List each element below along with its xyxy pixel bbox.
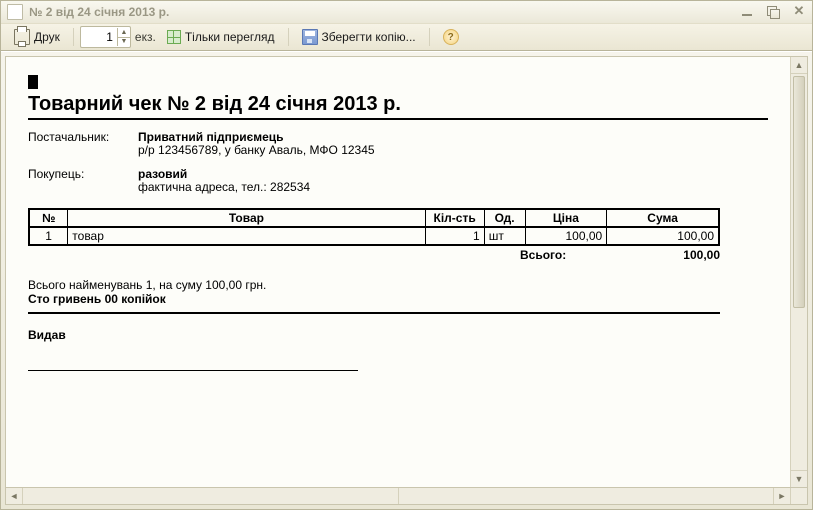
title-rule xyxy=(28,118,768,120)
floppy-icon xyxy=(302,29,318,45)
printer-icon xyxy=(14,29,30,45)
scroll-corner xyxy=(790,488,807,504)
signature-line xyxy=(28,370,358,371)
toolbar-separator xyxy=(288,28,289,46)
vscroll-track[interactable] xyxy=(791,74,807,470)
totals: Всього: 100,00 xyxy=(28,248,720,262)
restore-button[interactable] xyxy=(764,4,782,20)
save-copy-button[interactable]: Зберегти копію... xyxy=(295,26,423,48)
copies-unit-label: екз. xyxy=(135,30,156,44)
scroll-right-icon[interactable]: ► xyxy=(773,488,790,504)
help-button[interactable] xyxy=(436,26,466,48)
summary-line: Всього найменувань 1, на суму 100,00 грн… xyxy=(28,278,768,292)
toolbar: Друк ▲ ▼ екз. Тільки перегляд Зберегти к… xyxy=(1,24,812,51)
copies-input[interactable] xyxy=(81,28,117,46)
scroll-up-icon[interactable]: ▲ xyxy=(791,57,807,74)
toolbar-separator xyxy=(429,28,430,46)
scroll-down-icon[interactable]: ▼ xyxy=(791,470,807,487)
vertical-scrollbar[interactable]: ▲ ▼ xyxy=(790,57,807,487)
col-unit: Од. xyxy=(484,209,525,227)
buyer-details: фактична адреса, тел.: 282534 xyxy=(138,180,768,194)
text-caret xyxy=(28,75,38,89)
supplier-label: Постачальник: xyxy=(28,130,138,157)
summary-rule xyxy=(28,312,720,314)
print-label: Друк xyxy=(34,30,60,44)
document-viewport: Товарний чек № 2 від 24 січня 2013 р. По… xyxy=(5,56,808,488)
window-controls: ✕ xyxy=(738,4,808,20)
total-value: 100,00 xyxy=(610,248,720,262)
preview-only-label: Тільки перегляд xyxy=(185,30,275,44)
hscroll-track[interactable] xyxy=(23,488,773,504)
supplier-name: Приватний підприємець xyxy=(138,130,768,144)
cell-n: 1 xyxy=(29,227,68,245)
document-paper: Товарний чек № 2 від 24 січня 2013 р. По… xyxy=(6,57,790,389)
cell-price: 100,00 xyxy=(525,227,607,245)
print-button[interactable]: Друк xyxy=(7,26,67,48)
scroll-left-icon[interactable]: ◄ xyxy=(6,488,23,504)
toolbar-separator xyxy=(73,28,74,46)
supplier-field: Постачальник: Приватний підприємець р/р … xyxy=(28,130,768,157)
close-button[interactable]: ✕ xyxy=(790,4,808,20)
work-area: Товарний чек № 2 від 24 січня 2013 р. По… xyxy=(1,51,812,509)
document-icon xyxy=(7,4,23,20)
save-copy-label: Зберегти копію... xyxy=(322,30,416,44)
preview-only-button[interactable]: Тільки перегляд xyxy=(160,26,282,48)
table-row: 1 товар 1 шт 100,00 100,00 xyxy=(29,227,719,245)
minimize-button[interactable] xyxy=(738,4,756,20)
copies-down-icon[interactable]: ▼ xyxy=(118,38,130,47)
total-label: Всього: xyxy=(520,248,610,262)
items-table: № Товар Кіл-сть Од. Ціна Сума 1 xyxy=(28,208,720,246)
cell-unit: шт xyxy=(484,227,525,245)
window-frame: № 2 від 24 січня 2013 р. ✕ Друк ▲ ▼ екз.… xyxy=(0,0,813,510)
supplier-details: р/р 123456789, у банку Аваль, МФО 12345 xyxy=(138,143,768,157)
document-title: Товарний чек № 2 від 24 січня 2013 р. xyxy=(28,93,768,116)
horizontal-scrollbar[interactable]: ◄ ► xyxy=(5,488,808,505)
issued-label: Видав xyxy=(28,328,66,342)
col-product: Товар xyxy=(68,209,425,227)
buyer-name: разовий xyxy=(138,167,768,181)
summary-block: Всього найменувань 1, на суму 100,00 грн… xyxy=(28,278,768,306)
col-price: Ціна xyxy=(525,209,607,227)
col-qty: Кіл-сть xyxy=(425,209,484,227)
help-icon xyxy=(443,29,459,45)
window-title: № 2 від 24 січня 2013 р. xyxy=(29,5,738,19)
cell-name: товар xyxy=(68,227,425,245)
table-header-row: № Товар Кіл-сть Од. Ціна Сума xyxy=(29,209,719,227)
vscroll-thumb[interactable] xyxy=(793,76,805,308)
hscroll-segment[interactable] xyxy=(399,488,774,504)
issued-by: Видав xyxy=(28,328,768,342)
titlebar: № 2 від 24 січня 2013 р. ✕ xyxy=(1,1,812,24)
paper-scroll-area[interactable]: Товарний чек № 2 від 24 січня 2013 р. По… xyxy=(6,57,790,487)
copies-stepper[interactable]: ▲ ▼ xyxy=(80,26,131,48)
buyer-field: Покупець: разовий фактична адреса, тел.:… xyxy=(28,167,768,194)
amount-in-words: Сто гривень 00 копійок xyxy=(28,292,768,306)
col-number: № xyxy=(29,209,68,227)
hscroll-segment[interactable] xyxy=(23,488,399,504)
cell-sum: 100,00 xyxy=(607,227,719,245)
col-sum: Сума xyxy=(607,209,719,227)
grid-preview-icon xyxy=(167,30,181,44)
cell-qty: 1 xyxy=(425,227,484,245)
copies-up-icon[interactable]: ▲ xyxy=(118,28,130,38)
buyer-label: Покупець: xyxy=(28,167,138,194)
